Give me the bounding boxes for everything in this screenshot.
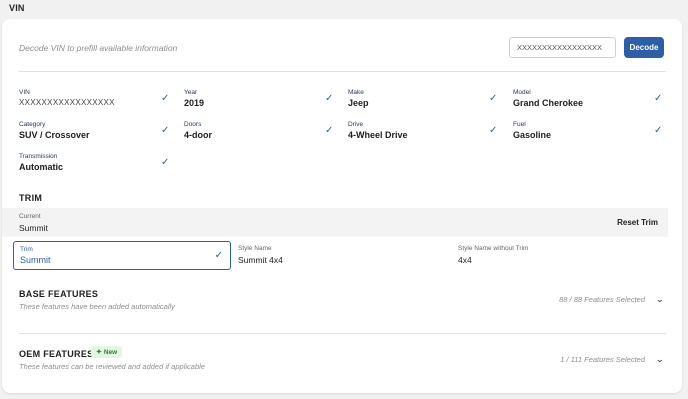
- field-label: Transmission: [19, 153, 58, 160]
- field-vin: VIN XXXXXXXXXXXXXXXXX: [19, 89, 174, 113]
- check-icon: ✓: [214, 250, 223, 261]
- trim-field-value: Summit: [20, 255, 51, 265]
- chevron-down-icon[interactable]: ⌄: [656, 294, 665, 305]
- field-label: Year: [184, 89, 198, 96]
- new-badge: ✦ New: [91, 346, 123, 358]
- reset-trim-button[interactable]: Reset Trim: [617, 218, 658, 227]
- field-category: Category SUV / Crossover: [19, 121, 174, 145]
- field-fuel: Fuel Gasoline: [513, 121, 668, 145]
- field-value: Gasoline: [513, 130, 552, 140]
- field-label: Fuel: [513, 121, 526, 128]
- field-value: 2019: [184, 98, 205, 108]
- check-icon: ✓: [654, 93, 663, 104]
- field-label: Doors: [184, 121, 202, 128]
- base-features-title: BASE FEATURES: [19, 289, 99, 299]
- style-name-without-trim-field: Style Name without Trim 4x4: [458, 245, 658, 269]
- sparkle-icon: ✦: [96, 349, 102, 356]
- vin-card: Decode VIN to prefill available informat…: [2, 19, 682, 393]
- check-icon: ✓: [161, 125, 170, 136]
- new-badge-label: New: [103, 348, 118, 356]
- check-icon: ✓: [325, 125, 334, 136]
- field-value: SUV / Crossover: [19, 130, 90, 140]
- field-label: VIN: [19, 89, 30, 96]
- style-no-trim-value: 4x4: [458, 255, 472, 265]
- oem-features-subtitle: These features can be reviewed and added…: [19, 362, 205, 371]
- check-icon: ✓: [489, 93, 498, 104]
- field-label: Model: [513, 89, 531, 96]
- current-trim-label: Current: [19, 213, 41, 220]
- section-title: VIN: [9, 3, 25, 13]
- style-name-field: Style Name Summit 4x4: [238, 245, 438, 269]
- field-drive: Drive 4-Wheel Drive: [348, 121, 503, 145]
- field-label: Drive: [348, 121, 364, 128]
- field-value: 4-door: [184, 130, 212, 140]
- field-label: Make: [348, 89, 364, 96]
- check-icon: ✓: [654, 125, 663, 136]
- vin-input[interactable]: [509, 37, 616, 58]
- field-model: Model Grand Cherokee: [513, 89, 668, 113]
- current-trim-value: Summit: [19, 223, 48, 233]
- trim-field-label: Trim: [20, 246, 33, 253]
- trim-heading: TRIM: [19, 193, 43, 203]
- check-icon: ✓: [161, 157, 170, 168]
- oem-features-count: 1 / 111 Features Selected: [560, 355, 645, 364]
- field-value: Automatic: [19, 162, 64, 172]
- check-icon: ✓: [325, 93, 334, 104]
- field-value: Grand Cherokee: [513, 98, 584, 108]
- field-transmission: Transmission Automatic: [19, 153, 174, 177]
- chevron-down-icon[interactable]: ⌄: [656, 354, 665, 365]
- style-no-trim-label: Style Name without Trim: [458, 245, 529, 252]
- divider: [19, 333, 666, 334]
- trim-select[interactable]: Trim Summit ✓: [13, 241, 231, 270]
- field-doors: Doors 4-door: [184, 121, 339, 145]
- style-name-value: Summit 4x4: [238, 255, 283, 265]
- base-features-header[interactable]: BASE FEATURES These features have been a…: [2, 281, 682, 325]
- field-value: XXXXXXXXXXXXXXXXX: [19, 98, 115, 107]
- decode-button[interactable]: Decode: [624, 37, 664, 58]
- current-trim-box: Current Summit Reset Trim: [2, 208, 668, 237]
- field-value: 4-Wheel Drive: [348, 130, 408, 140]
- oem-features-title: OEM FEATURES: [19, 349, 94, 359]
- base-features-subtitle: These features have been added automatic…: [19, 302, 175, 311]
- style-name-label: Style Name: [238, 245, 272, 252]
- field-value: Jeep: [348, 98, 369, 108]
- check-icon: ✓: [161, 93, 170, 104]
- field-year: Year 2019: [184, 89, 339, 113]
- decode-hint: Decode VIN to prefill available informat…: [19, 43, 178, 53]
- field-label: Category: [19, 121, 46, 128]
- check-icon: ✓: [489, 125, 498, 136]
- field-make: Make Jeep: [348, 89, 503, 113]
- divider: [19, 71, 666, 72]
- base-features-count: 88 / 88 Features Selected: [559, 295, 645, 304]
